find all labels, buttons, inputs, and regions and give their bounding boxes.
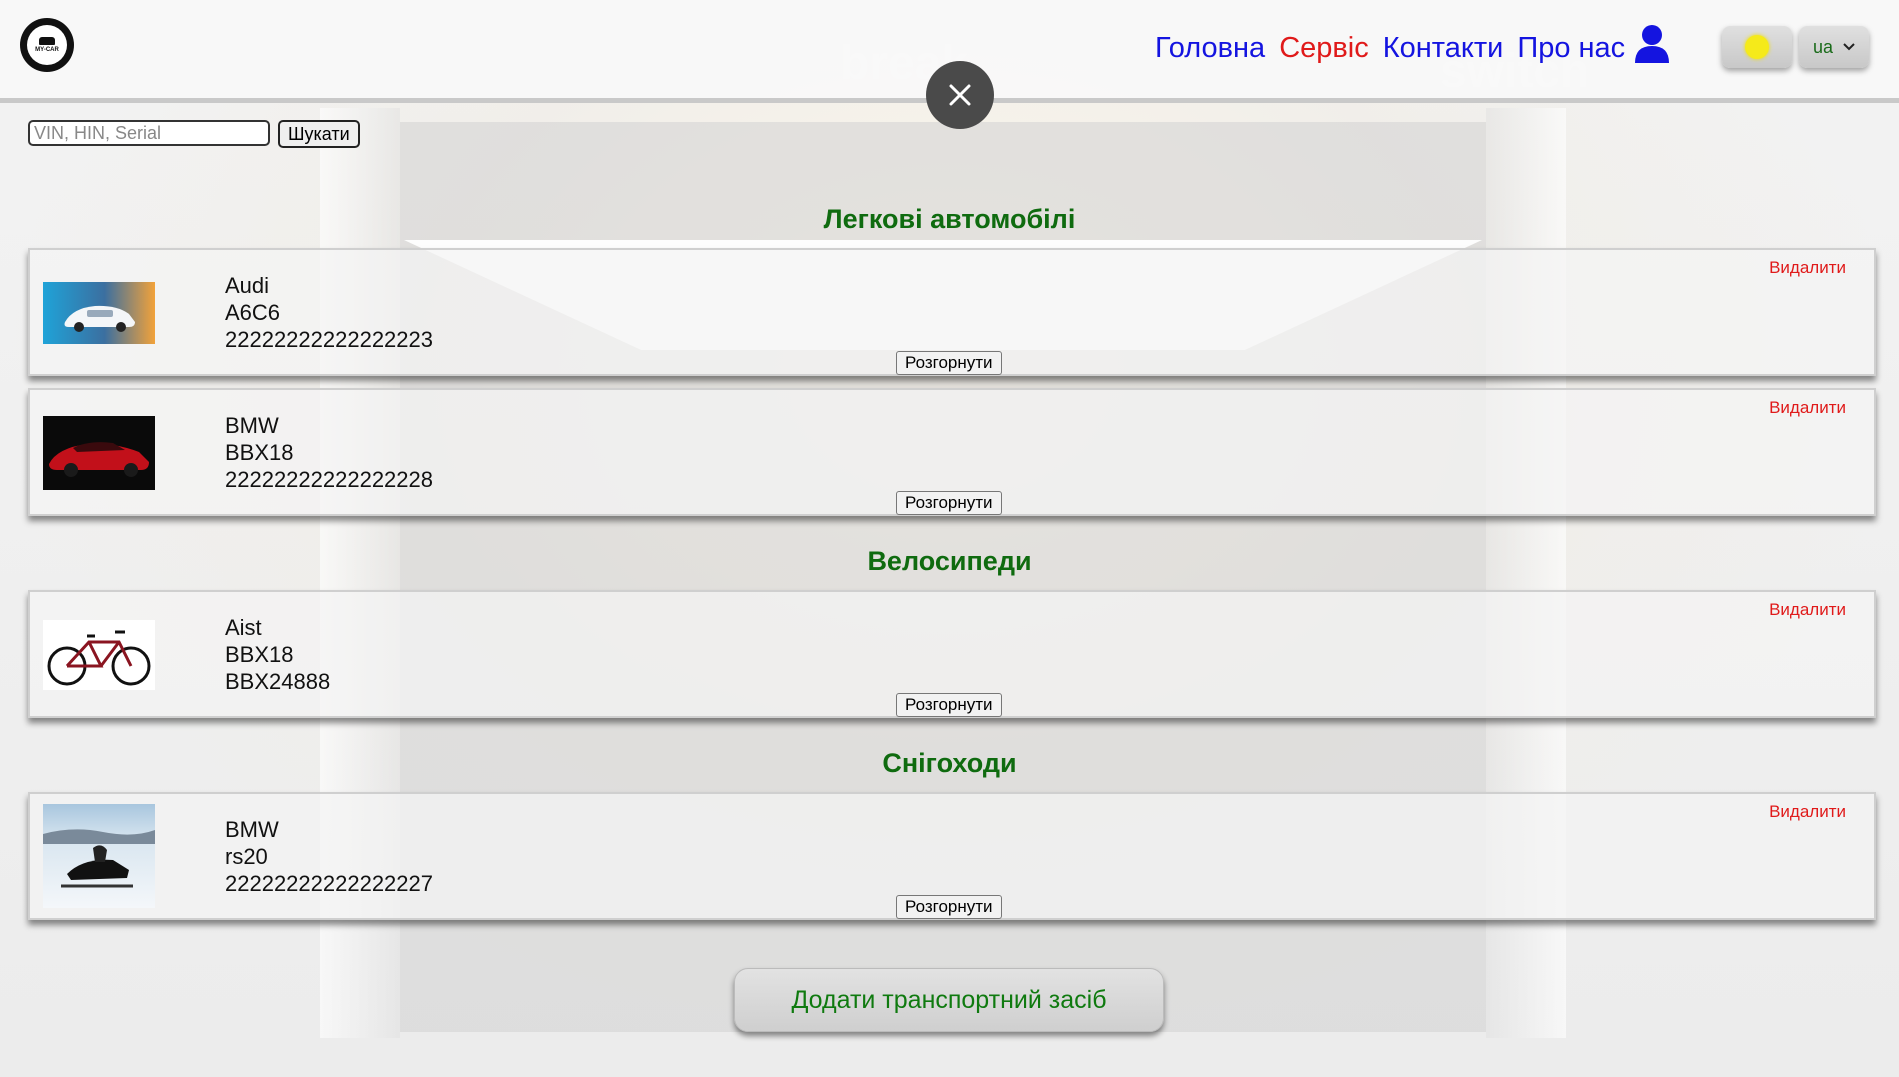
- delete-link[interactable]: Видалити: [1769, 398, 1846, 418]
- vehicle-thumbnail: [43, 620, 155, 690]
- vehicle-id: 22222222222222228: [225, 467, 434, 492]
- main-nav: Головна Сервіс Контакти Про нас: [1155, 32, 1625, 65]
- close-button[interactable]: [926, 61, 994, 129]
- vehicle-info: BMW rs20 22222222222222227: [225, 816, 433, 897]
- logo[interactable]: MY-CAR: [20, 18, 74, 72]
- expand-button[interactable]: Розгорнути: [896, 351, 1002, 375]
- delete-link[interactable]: Видалити: [1769, 258, 1846, 278]
- vehicle-brand: BMW: [225, 413, 279, 438]
- theme-toggle-button[interactable]: [1722, 26, 1792, 68]
- vehicle-card: Audi A6C6 22222222222222223 Видалити Роз…: [28, 248, 1876, 376]
- add-vehicle-button[interactable]: Додати транспортний засіб: [734, 968, 1164, 1032]
- search-input[interactable]: [28, 120, 270, 146]
- expand-button[interactable]: Розгорнути: [896, 895, 1002, 919]
- vehicle-model: BBX18: [225, 642, 294, 667]
- vehicle-info: BMW BBX18 22222222222222228: [225, 412, 433, 493]
- expand-button[interactable]: Розгорнути: [896, 693, 1002, 717]
- nav-link-contacts[interactable]: Контакти: [1383, 32, 1504, 65]
- vehicle-model: A6C6: [225, 300, 281, 325]
- vehicle-card: BMW rs20 22222222222222227 Видалити Розг…: [28, 792, 1876, 920]
- chevron-down-icon: [1843, 43, 1855, 51]
- language-select[interactable]: ua: [1799, 26, 1869, 68]
- vehicle-info: Aist BBX18 BBX24888: [225, 614, 330, 695]
- nav-link-home[interactable]: Головна: [1155, 32, 1265, 65]
- search-button[interactable]: Шукати: [278, 120, 360, 148]
- delete-link[interactable]: Видалити: [1769, 802, 1846, 822]
- vehicle-id: 22222222222222227: [225, 871, 434, 896]
- expand-button[interactable]: Розгорнути: [896, 491, 1002, 515]
- user-icon[interactable]: [1634, 24, 1670, 64]
- category-title-snowmobiles: Снігоходи: [882, 748, 1017, 778]
- logo-text: MY-CAR: [35, 47, 59, 53]
- vehicle-brand: Audi: [225, 273, 270, 298]
- vehicle-brand: Aist: [225, 615, 262, 640]
- vehicle-card: Aist BBX18 BBX24888 Видалити Розгорнути: [28, 590, 1876, 718]
- language-value: ua: [1812, 36, 1834, 57]
- category-title-cars: Легкові автомобілі: [823, 204, 1076, 234]
- logo-badge: MY-CAR: [27, 25, 67, 65]
- vehicle-thumbnail: [43, 804, 155, 908]
- vehicle-id: BBX24888: [225, 669, 331, 694]
- vehicle-card: BMW BBX18 22222222222222228 Видалити Роз…: [28, 388, 1876, 516]
- vehicle-thumbnail: [43, 416, 155, 490]
- delete-link[interactable]: Видалити: [1769, 600, 1846, 620]
- close-icon: [949, 84, 971, 106]
- sun-icon: [1745, 35, 1769, 59]
- car-icon: [39, 37, 55, 45]
- vehicle-model: rs20: [225, 844, 268, 869]
- vehicle-info: Audi A6C6 22222222222222223: [225, 272, 433, 353]
- search-bar: Шукати: [28, 120, 360, 148]
- vehicle-id: 22222222222222223: [225, 327, 434, 352]
- vehicle-brand: BMW: [225, 817, 279, 842]
- nav-link-about[interactable]: Про нас: [1517, 32, 1625, 65]
- category-title-bicycles: Велосипеди: [867, 546, 1032, 576]
- vehicle-model: BBX18: [225, 440, 294, 465]
- nav-link-service[interactable]: Сервіс: [1279, 32, 1369, 65]
- vehicle-thumbnail: [43, 282, 155, 352]
